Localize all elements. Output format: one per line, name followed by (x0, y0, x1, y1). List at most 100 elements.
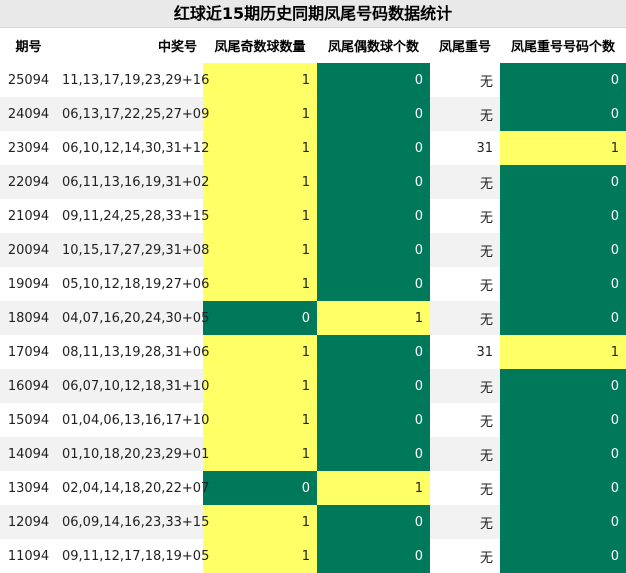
numbers-cell: 10,15,17,27,29,31+08 (57, 233, 209, 267)
repeat-cell: 31 (476, 140, 493, 156)
odd-count-cell: 1 (203, 539, 317, 573)
period-cell: 25094 (7, 72, 50, 88)
header-repeat-count: 凤尾重号号码个数 (510, 40, 615, 55)
numbers-cell: 05,10,12,18,19,27+06 (62, 276, 210, 292)
repeat-count-cell: 0 (500, 505, 626, 539)
table-row: 24094 06,13,17,22,25,27+09 1 0 无 0 (0, 97, 626, 131)
table-row: 17094 08,11,13,19,28,31+06 1 0 31 1 (0, 335, 626, 369)
even-count-cell: 1 (317, 301, 430, 335)
odd-count-cell: 1 (203, 165, 317, 199)
repeat-cell: 无 (430, 97, 500, 131)
numbers-cell: 08,11,13,19,28,31+06 (62, 344, 210, 360)
table-row: 13094 02,04,14,18,20,22+07 0 1 无 0 (0, 471, 626, 505)
period-cell: 22094 (0, 165, 57, 199)
repeat-cell: 无 (430, 165, 500, 199)
header-row: 期号 中奖号 凤尾奇数球数量 凤尾偶数球个数 凤尾重号 凤尾重号号码个数 (0, 28, 626, 63)
stats-sheet: 红球近15期历史同期凤尾号码数据统计 期号 中奖号 凤尾奇数球数量 凤尾偶数球个… (0, 0, 626, 573)
numbers-cell: 06,07,10,12,18,31+10 (57, 369, 209, 403)
period-cell: 15094 (7, 412, 50, 428)
repeat-count-cell: 0 (500, 97, 626, 131)
odd-count-cell: 1 (203, 131, 317, 165)
table-row: 14094 01,10,18,20,23,29+01 1 0 无 0 (0, 437, 626, 471)
repeat-cell: 31 (476, 344, 493, 360)
even-count-cell: 0 (317, 267, 430, 301)
header-period: 期号 (15, 40, 42, 55)
header-even-count: 凤尾偶数球个数 (327, 40, 419, 55)
even-count-cell: 0 (317, 131, 430, 165)
odd-count-cell: 1 (203, 199, 317, 233)
odd-count-cell: 0 (203, 471, 317, 505)
numbers-cell: 11,13,17,19,23,29+16 (62, 72, 210, 88)
repeat-cell: 无 (479, 278, 493, 294)
numbers-cell: 09,11,24,25,28,33+15 (62, 208, 210, 224)
period-cell: 20094 (0, 233, 57, 267)
repeat-count-cell: 0 (500, 437, 626, 471)
table-row: 16094 06,07,10,12,18,31+10 1 0 无 0 (0, 369, 626, 403)
period-cell: 16094 (0, 369, 57, 403)
repeat-cell: 无 (479, 414, 493, 430)
even-count-cell: 0 (317, 97, 430, 131)
even-count-cell: 1 (317, 471, 430, 505)
numbers-cell: 06,09,14,16,23,33+15 (57, 505, 209, 539)
odd-count-cell: 1 (203, 369, 317, 403)
repeat-count-cell: 0 (500, 199, 626, 233)
table-row: 25094 11,13,17,19,23,29+16 1 0 无 0 (0, 63, 626, 97)
repeat-count-cell: 0 (500, 539, 626, 573)
period-cell: 23094 (7, 140, 50, 156)
repeat-cell: 无 (430, 505, 500, 539)
odd-count-cell: 1 (203, 403, 317, 437)
sheet-title: 红球近15期历史同期凤尾号码数据统计 (0, 0, 626, 28)
numbers-cell: 06,13,17,22,25,27+09 (57, 97, 209, 131)
numbers-cell: 01,04,06,13,16,17+10 (62, 412, 210, 428)
header-odd-count: 凤尾奇数球数量 (214, 40, 306, 55)
repeat-count-cell: 0 (500, 63, 626, 97)
odd-count-cell: 1 (203, 63, 317, 97)
even-count-cell: 0 (317, 403, 430, 437)
repeat-cell: 无 (479, 482, 493, 498)
period-cell: 19094 (7, 276, 50, 292)
numbers-cell: 06,11,13,16,19,31+02 (57, 165, 209, 199)
repeat-cell: 无 (430, 301, 500, 335)
period-cell: 11094 (7, 548, 50, 564)
odd-count-cell: 1 (203, 437, 317, 471)
repeat-cell: 无 (479, 550, 493, 566)
header-repeat: 凤尾重号 (438, 40, 491, 55)
repeat-count-cell: 0 (500, 471, 626, 505)
numbers-cell: 09,11,12,17,18,19+05 (62, 548, 210, 564)
repeat-cell: 无 (479, 74, 493, 90)
stats-table: 期号 中奖号 凤尾奇数球数量 凤尾偶数球个数 凤尾重号 凤尾重号号码个数 250… (0, 28, 626, 573)
table-row: 22094 06,11,13,16,19,31+02 1 0 无 0 (0, 165, 626, 199)
repeat-count-cell: 1 (500, 335, 626, 369)
even-count-cell: 0 (317, 437, 430, 471)
even-count-cell: 0 (317, 233, 430, 267)
odd-count-cell: 1 (203, 267, 317, 301)
even-count-cell: 0 (317, 369, 430, 403)
repeat-count-cell: 0 (500, 267, 626, 301)
period-cell: 12094 (0, 505, 57, 539)
table-row: 11094 09,11,12,17,18,19+05 1 0 无 0 (0, 539, 626, 573)
odd-count-cell: 0 (203, 301, 317, 335)
even-count-cell: 0 (317, 539, 430, 573)
odd-count-cell: 1 (203, 505, 317, 539)
table-row: 23094 06,10,12,14,30,31+12 1 0 31 1 (0, 131, 626, 165)
table-row: 21094 09,11,24,25,28,33+15 1 0 无 0 (0, 199, 626, 233)
even-count-cell: 0 (317, 335, 430, 369)
repeat-cell: 无 (430, 369, 500, 403)
even-count-cell: 0 (317, 63, 430, 97)
repeat-cell: 无 (430, 437, 500, 471)
numbers-cell: 01,10,18,20,23,29+01 (57, 437, 209, 471)
repeat-cell: 无 (430, 233, 500, 267)
even-count-cell: 0 (317, 199, 430, 233)
repeat-count-cell: 0 (500, 369, 626, 403)
period-cell: 24094 (0, 97, 57, 131)
odd-count-cell: 1 (203, 335, 317, 369)
repeat-cell: 无 (479, 210, 493, 226)
numbers-cell: 02,04,14,18,20,22+07 (62, 480, 210, 496)
period-cell: 14094 (0, 437, 57, 471)
repeat-count-cell: 0 (500, 233, 626, 267)
table-row: 12094 06,09,14,16,23,33+15 1 0 无 0 (0, 505, 626, 539)
even-count-cell: 0 (317, 165, 430, 199)
odd-count-cell: 1 (203, 233, 317, 267)
table-row: 20094 10,15,17,27,29,31+08 1 0 无 0 (0, 233, 626, 267)
numbers-cell: 04,07,16,20,24,30+05 (57, 301, 209, 335)
